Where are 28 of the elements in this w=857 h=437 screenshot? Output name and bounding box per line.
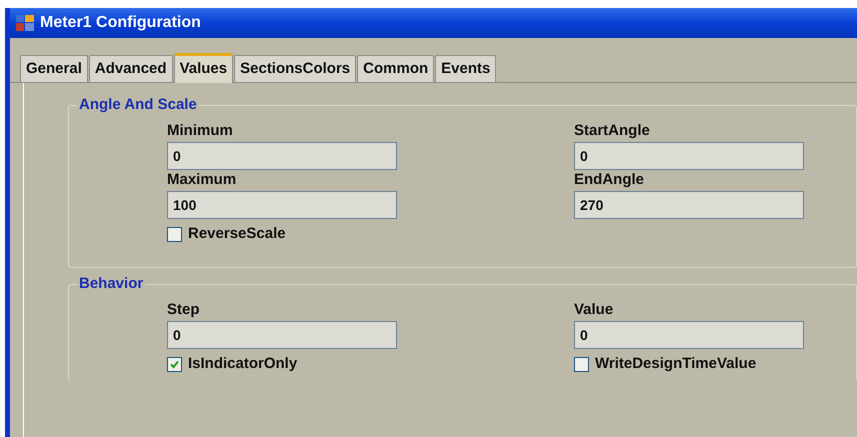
check-icon — [169, 358, 180, 370]
input-field[interactable]: 0 — [167, 321, 397, 349]
tab[interactable]: SectionsColors — [234, 55, 356, 82]
group-title: Angle And Scale — [77, 96, 199, 114]
tab[interactable]: General — [20, 55, 88, 82]
window-title: Meter1 Configuration — [40, 13, 201, 33]
checkbox[interactable] — [167, 226, 182, 242]
input-field[interactable]: 0 — [574, 321, 804, 349]
input-field[interactable]: 100 — [167, 191, 397, 219]
input-field[interactable]: 0 — [574, 142, 804, 170]
field-label: Value — [574, 300, 614, 320]
input-field[interactable]: 270 — [574, 191, 804, 219]
checkbox-label: ReverseScale — [188, 224, 286, 244]
checkbox-label: WriteDesignTimeValue — [595, 354, 756, 374]
input-field[interactable]: 0 — [167, 142, 397, 170]
tab[interactable]: Common — [357, 55, 434, 82]
checkbox[interactable] — [574, 356, 589, 372]
field-label: Maximum — [167, 170, 238, 190]
checkbox[interactable] — [167, 356, 182, 372]
field-label: Step — [167, 300, 201, 320]
app-icon — [16, 15, 34, 31]
checkbox-label: IsIndicatorOnly — [188, 354, 298, 374]
field-label: Minimum — [167, 121, 234, 141]
tab[interactable]: Values — [174, 53, 234, 83]
field-label: EndAngle — [574, 170, 645, 190]
tab[interactable]: Advanced — [88, 55, 173, 82]
field-label: StartAngle — [574, 121, 651, 141]
tab[interactable]: Events — [435, 55, 496, 82]
